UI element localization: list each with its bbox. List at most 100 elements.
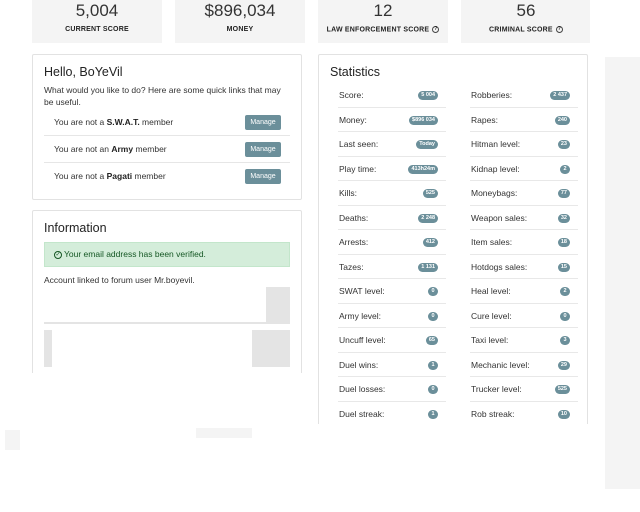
stat-row: Kidnap level: 2 [470,157,578,181]
stat-value-badge: 29 [557,360,570,370]
stat-value-badge: 0 [428,311,438,321]
stat-row: Rapes: 240 [470,108,578,132]
redacted-area [18,424,640,512]
stat-row: Moneybags: 77 [470,181,578,206]
stat-row: Arrests: 412 [338,230,446,255]
stat-row: Kills: 525 [338,181,446,206]
score-cards: 5,004 CURRENT SCORE $896,034 MONEY 12 LA… [32,0,592,44]
stat-label: Kills: [339,188,357,198]
stat-value-badge: 525 [422,189,438,198]
stat-value-badge: 0 [560,311,570,321]
statistics-title: Statistics [330,65,381,79]
stat-value-badge: 77 [557,189,570,198]
money-value: $896,034 [204,1,276,20]
money-label: MONEY [226,26,254,33]
stat-label: Moneybags: [471,188,518,198]
edge-fragment [196,428,252,438]
help-icon[interactable]: ? [555,26,563,33]
group-name: S.W.A.T. [106,117,140,127]
help-icon[interactable]: ? [432,26,440,33]
stat-label: Taxi level: [471,335,509,345]
stat-value-badge: 1 131 [418,262,438,272]
redacted-block [44,287,290,324]
information-title: Information [44,221,107,235]
stat-value-badge: 2 248 [418,213,438,223]
stat-row: SWAT level: 0 [338,279,446,304]
stat-label: Duel wins: [339,359,379,370]
stat-value-badge: 15 [557,262,570,272]
stat-label: Rob streak: [471,408,515,419]
email-verified-alert: ✓ Your email address has been verified. [44,242,290,267]
stat-label: Robberies: [471,90,513,100]
greeting-intro: What would you like to do? Here are some… [44,85,281,107]
membership-row-army: You are not an Army member Manage [44,136,290,163]
stat-row: Weapon sales: 32 [470,206,578,230]
stat-label: Deaths: [339,212,369,223]
information-panel: Information ✓ Your email address has been… [32,210,302,386]
stat-row: Taxi level: 3 [470,328,578,353]
stat-label: Arrests: [339,237,369,247]
stat-row: Army level: 0 [338,304,446,328]
criminal-score-card: 56 CRIMINAL SCORE ? [461,0,591,43]
money-card: $896,034 MONEY [175,0,305,43]
stat-row: Duel losses: 0 [338,377,446,402]
stat-row: Hitman level: 23 [470,132,578,157]
stat-row: Heal level: 2 [470,279,578,304]
stat-label: Weapon sales: [471,212,528,223]
stat-value-badge: 0 [428,385,438,394]
stat-value-badge: 5 004 [418,91,438,100]
stat-value-badge: 240 [554,115,570,125]
forum-link-text: Account linked to forum user Mr.boyevil. [44,275,195,285]
stat-label: Cure level: [471,310,512,321]
greeting-title: Hello, BoYeVil [44,65,123,79]
stat-label: SWAT level: [339,286,385,296]
stat-label: Duel streak: [339,408,385,419]
stat-label: Play time: [339,163,377,174]
law-score-label: LAW ENFORCEMENT SCORE ? [326,26,440,34]
greeting-panel: Hello, BoYeVil What would you like to do… [32,54,302,200]
statistics-right-column: Robberies: 2 437 Rapes: 240 Hitman level: 23 K… [470,83,578,426]
stat-row: Robberies: 2 437 [470,83,578,108]
stat-value-badge: 2 [560,164,570,174]
stat-label: Duel losses: [339,384,386,394]
stat-label: Score: [339,90,364,100]
stat-value-badge: $896 034 [409,115,438,125]
stat-label: Hitman level: [471,139,521,149]
stat-value-badge: 1 [428,360,438,370]
criminal-score-label: CRIMINAL SCORE ? [489,26,563,34]
current-score-card: 5,004 CURRENT SCORE [32,0,162,43]
stat-value-badge: 32 [557,213,570,223]
stat-label: Tazes: [339,261,364,272]
check-circle-icon: ✓ [54,250,62,259]
stat-row: Mechanic level: 29 [470,353,578,377]
stat-row: Tazes: 1 131 [338,255,446,279]
stat-label: Money: [339,114,367,125]
membership-row-swat: You are not a S.W.A.T. member Manage [44,109,290,136]
manage-swat-button[interactable]: Manage [245,115,281,130]
manage-army-button[interactable]: Manage [245,142,281,157]
stat-value-badge: 18 [557,238,570,247]
stat-row: Uncuff level: 65 [338,328,446,353]
manage-pagati-button[interactable]: Manage [245,169,281,184]
stat-value-badge: 412 [422,238,438,247]
stat-label: Uncuff level: [339,335,386,345]
group-name: Army [111,144,134,154]
stat-row: Duel wins: 1 [338,353,446,377]
stat-row: Duel streak: 1 [338,402,446,426]
stat-value-badge: 0 [428,287,438,296]
stat-value-badge: 10 [557,409,570,419]
law-score-value: 12 [373,1,393,20]
stat-value-badge: 525 [554,385,570,394]
stat-label: Heal level: [471,286,511,296]
statistics-left-column: Score: 5 004 Money: $896 034 Last seen: Today… [338,83,446,426]
stat-value-badge: 413h24m [408,164,438,174]
stat-row: Item sales: 18 [470,230,578,255]
stat-label: Rapes: [471,114,498,125]
stat-label: Hotdogs sales: [471,261,528,272]
stat-label: Kidnap level: [471,163,520,174]
stat-value-badge: Today [416,140,438,149]
stat-value-badge: 23 [557,140,570,149]
stat-label: Item sales: [471,237,513,247]
stat-row: Money: $896 034 [338,108,446,132]
stat-row: Last seen: Today [338,132,446,157]
